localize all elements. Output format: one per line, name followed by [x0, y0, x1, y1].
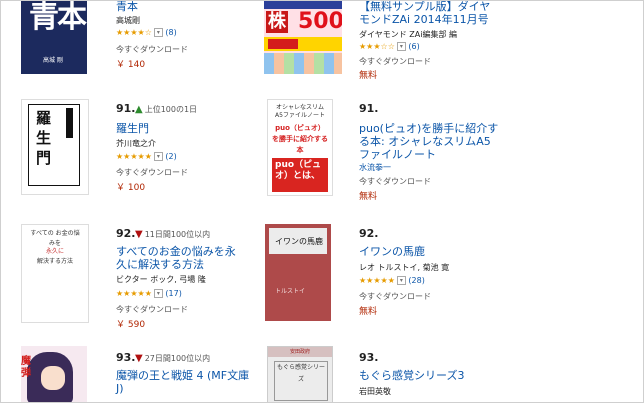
arrow-down-icon: ▼	[135, 353, 143, 364]
rank-number: 92.	[359, 227, 379, 240]
star-rating[interactable]: ★★★★★ ▾ (28)	[359, 276, 425, 285]
cover-title: puo（ピュオ）を勝手に紹介する本	[272, 123, 328, 157]
stars-icon: ★★★★★	[116, 289, 152, 298]
bestseller-list: 青本 高城 剛 青本 高城剛 ★★★★☆ ▾ (8) 今すぐダウンロード ￥ 14…	[0, 0, 644, 403]
movement-text: 上位100の1日	[144, 105, 198, 114]
price: ￥ 140	[116, 60, 146, 70]
cover-bottom-text: puo（ピュオ）とは、	[272, 158, 328, 192]
rank-number: 91.	[116, 102, 136, 115]
book-author: 高城剛	[116, 16, 140, 25]
rank-movement: ▼ 11日間100位以内	[135, 229, 210, 240]
download-status: 今すぐダウンロード	[116, 168, 188, 177]
rank-number: 93.	[116, 351, 136, 364]
arrow-up-icon: ▲	[135, 104, 143, 115]
stars-icon: ★★★★★	[116, 152, 152, 161]
download-status: 今すぐダウンロード	[116, 45, 188, 54]
cover-red-block	[268, 39, 298, 49]
book-cover-rashomon[interactable]: 羅生門	[21, 99, 89, 195]
cover-title-block: イワンの馬鹿	[269, 228, 327, 254]
movement-text: 27日間100位以内	[144, 354, 211, 363]
book-cover-iwan[interactable]: イワンの馬鹿 トルストイ	[265, 224, 331, 321]
movement-text: 11日間100位以内	[144, 230, 211, 239]
book-title-link[interactable]: puo(ピュオ)を勝手に紹介する本: オシャレなスリムA5ファイルノート	[359, 122, 499, 161]
cover-title: 羅生門	[36, 109, 52, 167]
cover-title: イワンの馬鹿	[275, 237, 323, 246]
cover-author: 高城 剛	[43, 57, 63, 64]
book-title-link[interactable]: もぐら感覚シリーズ3	[359, 369, 464, 382]
price: 無料	[359, 192, 378, 202]
cover-line-2: 永久に	[45, 248, 64, 255]
star-rating[interactable]: ★★★☆☆ ▾ (6)	[359, 42, 420, 51]
book-title-link[interactable]: すべてのお金の悩みを永久に解決する方法	[116, 245, 236, 271]
download-status: 今すぐダウンロード	[359, 57, 431, 66]
chevron-down-icon[interactable]: ▾	[153, 152, 163, 161]
book-author: ダイヤモンド ZAi編集部 編	[359, 30, 458, 39]
stars-icon: ★★★★☆	[116, 28, 152, 37]
review-count[interactable]: (6)	[408, 42, 419, 51]
cover-character-face	[41, 366, 65, 390]
download-status: 今すぐダウンロード	[359, 177, 431, 186]
book-cover-mogura[interactable]: 安田政府 もぐら感覚シリーズ	[267, 346, 333, 402]
book-cover-zai[interactable]: 株 500	[264, 1, 342, 74]
cover-line-3: 解決する方法	[36, 258, 73, 265]
star-rating[interactable]: ★★★★☆ ▾ (8)	[116, 28, 177, 37]
book-author: ビクター ボック, 弓場 隆	[116, 275, 206, 284]
chevron-down-icon[interactable]: ▾	[396, 276, 406, 285]
review-count[interactable]: (8)	[165, 28, 176, 37]
book-title-link[interactable]: 青本	[116, 1, 246, 13]
chevron-down-icon[interactable]: ▾	[396, 42, 406, 51]
cover-header-bar	[264, 1, 342, 9]
book-title-link[interactable]: イワンの馬鹿	[359, 245, 425, 258]
book-title-link[interactable]: 羅生門	[116, 122, 149, 135]
rank-movement: ▲ 上位100の1日	[135, 104, 197, 115]
chevron-down-icon[interactable]: ▾	[153, 289, 163, 298]
book-cover-okane[interactable]: すべての お金の悩みを 永久に 解決する方法	[21, 224, 89, 323]
review-count[interactable]: (2)	[165, 152, 176, 161]
book-title-link[interactable]: 魔弾の王と戦姫 4 (MF文庫J)	[116, 369, 256, 395]
book-author: 岩田英敬	[359, 387, 391, 396]
rank-number: 91.	[359, 102, 379, 115]
cover-number: 500	[298, 9, 342, 34]
cover-header: 安田政府	[268, 347, 332, 357]
chevron-down-icon[interactable]: ▾	[153, 28, 163, 37]
cover-bar	[66, 108, 73, 138]
book-cover-aohon[interactable]: 青本 高城 剛	[21, 0, 87, 74]
cover-author: トルストイ	[275, 288, 306, 295]
arrow-down-icon: ▼	[135, 229, 143, 240]
stars-icon: ★★★☆☆	[359, 42, 395, 51]
cover-subtitle: オシャレなスリムA5ファイルノート	[275, 104, 325, 119]
book-cover-puo[interactable]: オシャレなスリムA5ファイルノート puo（ピュオ）を勝手に紹介する本 puo（…	[267, 99, 333, 196]
cover-line-1: すべての お金の悩みを	[30, 230, 80, 247]
download-status: 今すぐダウンロード	[116, 305, 188, 314]
price: 無料	[359, 307, 378, 317]
book-author[interactable]: 水流拳一	[359, 162, 391, 173]
cover-red-title: 魔弾	[21, 356, 31, 379]
stars-icon: ★★★★★	[359, 276, 395, 285]
book-title-link[interactable]: 【無料サンプル版】ダイヤモンドZAi 2014年11月号	[359, 1, 499, 26]
price: 無料	[359, 71, 378, 81]
book-author: 芥川竜之介	[116, 139, 156, 148]
rank-movement: ▼ 27日間100位以内	[135, 353, 210, 364]
cover-title: 青本	[29, 0, 87, 35]
review-count[interactable]: (28)	[408, 276, 424, 285]
book-cover-maou[interactable]: 魔弾	[21, 346, 87, 402]
price: ￥ 590	[116, 320, 146, 330]
star-rating[interactable]: ★★★★★ ▾ (17)	[116, 289, 182, 298]
book-author: レオ トルストイ, 菊池 寛	[359, 263, 450, 272]
rank-number: 93.	[359, 351, 379, 364]
cover-kabu: 株	[266, 11, 288, 33]
star-rating[interactable]: ★★★★★ ▾ (2)	[116, 152, 177, 161]
download-status: 今すぐダウンロード	[359, 292, 431, 301]
cover-grid	[264, 53, 342, 74]
rank-number: 92.	[116, 227, 136, 240]
cover-title: もぐら感覚シリーズ	[274, 361, 328, 401]
review-count[interactable]: (17)	[165, 289, 181, 298]
price: ￥ 100	[116, 183, 146, 193]
